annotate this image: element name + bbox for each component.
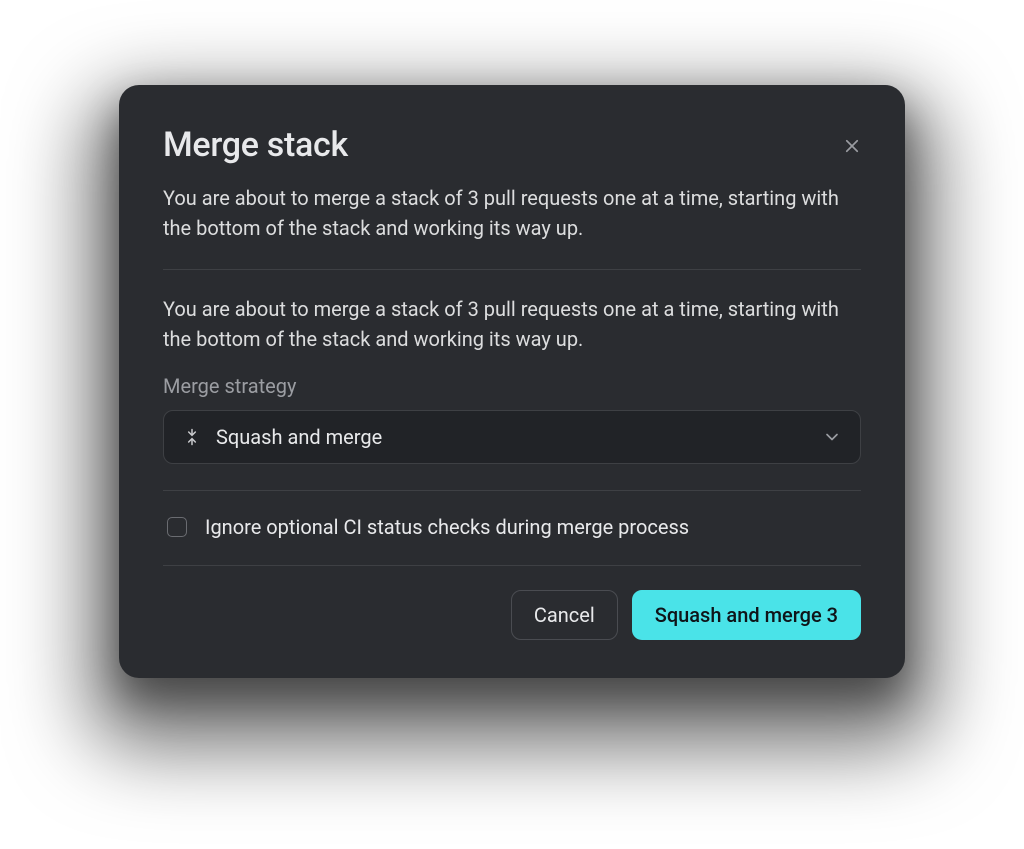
- ignore-ci-label: Ignore optional CI status checks during …: [205, 515, 689, 539]
- modal-title: Merge stack: [163, 125, 348, 165]
- merge-strategy-label: Merge strategy: [163, 374, 861, 398]
- section-strategy: You are about to merge a stack of 3 pull…: [163, 270, 861, 490]
- merge-stack-modal: Merge stack You are about to merge a sta…: [119, 85, 905, 678]
- squash-icon: [182, 427, 202, 447]
- close-icon: [843, 137, 861, 158]
- merge-strategy-value: Squash and merge: [216, 425, 822, 449]
- chevron-down-icon: [822, 427, 842, 447]
- merge-strategy-select[interactable]: Squash and merge: [163, 410, 861, 464]
- modal-header: Merge stack: [163, 125, 861, 165]
- ignore-ci-checkbox[interactable]: [167, 517, 187, 537]
- ignore-ci-checkbox-row[interactable]: Ignore optional CI status checks during …: [163, 491, 861, 565]
- cancel-button[interactable]: Cancel: [511, 590, 618, 640]
- description-top: You are about to merge a stack of 3 pull…: [163, 183, 861, 243]
- modal-footer: Cancel Squash and merge 3: [163, 566, 861, 640]
- description-mid: You are about to merge a stack of 3 pull…: [163, 294, 861, 354]
- confirm-merge-button[interactable]: Squash and merge 3: [632, 590, 861, 640]
- close-button[interactable]: [839, 133, 865, 162]
- section-summary: You are about to merge a stack of 3 pull…: [163, 183, 861, 269]
